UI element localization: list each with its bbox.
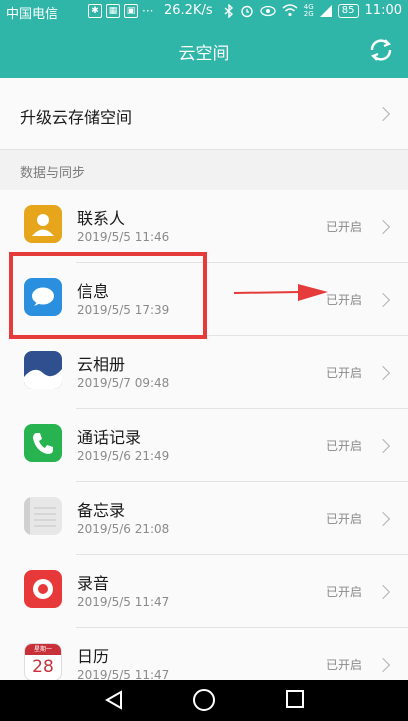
recent-apps-icon[interactable] <box>286 690 304 708</box>
item-status: 已开启 <box>325 366 362 380</box>
app-bar: 云空间 <box>0 22 408 78</box>
chevron-right-icon <box>375 292 391 308</box>
gallery-icon <box>24 351 62 389</box>
item-time: 2019/5/6 21:49 <box>77 449 170 463</box>
section-header: 数据与同步 <box>0 150 408 190</box>
item-status: 已开启 <box>325 293 362 307</box>
item-time: 2019/5/7 09:48 <box>77 376 170 390</box>
item-status: 已开启 <box>325 439 362 453</box>
notification-icons: ✱ ▦ ▣ ··· <box>88 4 153 18</box>
chevron-right-icon <box>375 219 391 235</box>
signal-icon <box>319 4 332 17</box>
list-item-calendar[interactable]: 星期一 28 日历 2019/5/5 11:47 已开启 <box>0 628 408 680</box>
item-status: 已开启 <box>325 220 362 234</box>
item-time: 2019/5/5 11:46 <box>77 230 170 244</box>
item-name: 通话记录 <box>77 428 142 447</box>
chevron-right-icon <box>375 584 391 600</box>
section-label: 数据与同步 <box>20 166 86 181</box>
item-name: 云相册 <box>77 355 126 374</box>
home-icon[interactable] <box>193 689 215 711</box>
alarm-icon <box>241 5 253 17</box>
chevron-right-icon <box>375 511 391 527</box>
back-icon[interactable] <box>104 690 124 710</box>
list-item-call-log[interactable]: 通话记录 2019/5/6 21:49 已开启 <box>0 409 408 482</box>
navigation-bar <box>0 680 408 721</box>
bluetooth-icon <box>224 3 233 18</box>
highlight-box <box>9 252 207 339</box>
item-time: 2019/5/5 11:47 <box>77 595 170 609</box>
clock: 11:00 <box>364 3 402 18</box>
status-bar: 中国电信 ✱ ▦ ▣ ··· 26.2K/s 4G 2G 85 11:00 <box>0 0 408 22</box>
wifi-icon <box>282 4 298 17</box>
network-speed: 26.2K/s <box>164 3 213 18</box>
list-item-gallery[interactable]: 云相册 2019/5/7 09:48 已开启 <box>0 336 408 409</box>
calendar-weekday: 星期一 <box>25 644 61 655</box>
item-time: 2019/5/5 11:47 <box>77 668 170 680</box>
contacts-icon <box>24 205 62 243</box>
item-name: 日历 <box>77 647 110 666</box>
running-app-icon: ✱ <box>88 4 102 18</box>
phone-icon <box>24 424 62 462</box>
item-name: 备忘录 <box>77 501 126 520</box>
item-status: 已开启 <box>325 512 362 526</box>
recorder-icon <box>24 570 62 608</box>
list-item-notes[interactable]: 备忘录 2019/5/6 21:08 已开启 <box>0 482 408 555</box>
item-status: 已开启 <box>325 658 362 672</box>
calendar-day: 28 <box>32 657 54 677</box>
eye-comfort-icon <box>260 5 276 16</box>
upgrade-storage-row[interactable]: 升级云存储空间 <box>0 78 408 150</box>
page-title: 云空间 <box>178 44 230 64</box>
calendar-icon: 星期一 28 <box>24 643 62 680</box>
refresh-icon[interactable] <box>368 37 394 63</box>
chevron-right-icon <box>375 106 391 122</box>
item-name: 联系人 <box>77 209 126 228</box>
item-status: 已开启 <box>325 585 362 599</box>
notepad-icon <box>24 497 62 535</box>
annotation-arrow-icon <box>234 284 328 301</box>
upgrade-storage-label: 升级云存储空间 <box>20 108 133 127</box>
item-time: 2019/5/6 21:08 <box>77 522 170 536</box>
chevron-right-icon <box>375 365 391 381</box>
image-notification-icon: ▣ <box>124 4 138 18</box>
carrier-label: 中国电信 <box>6 7 59 22</box>
more-notifications-icon: ··· <box>142 4 154 18</box>
list-item-recorder[interactable]: 录音 2019/5/5 11:47 已开启 <box>0 555 408 628</box>
chevron-right-icon <box>375 657 391 673</box>
item-name: 录音 <box>77 574 110 593</box>
qr-code-icon: ▦ <box>106 4 120 18</box>
battery-icon: 85 <box>337 3 359 18</box>
network-type: 4G 2G <box>303 2 314 18</box>
chevron-right-icon <box>375 438 391 454</box>
